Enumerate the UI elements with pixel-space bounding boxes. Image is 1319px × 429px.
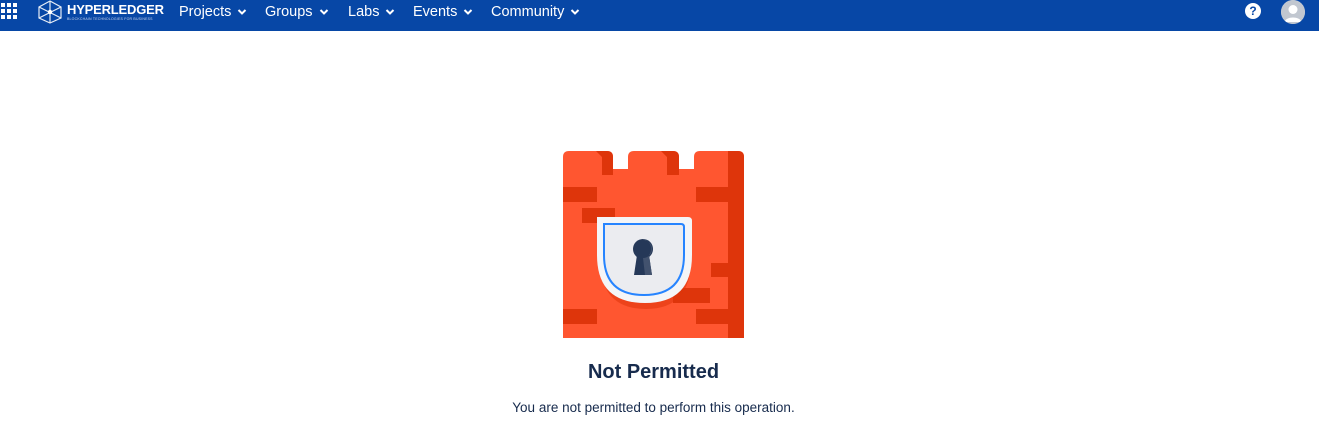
chevron-down-icon — [238, 9, 247, 15]
nav-groups[interactable]: Groups — [265, 0, 329, 24]
user-avatar-button[interactable] — [1281, 0, 1305, 24]
nav-labs[interactable]: Labs — [348, 0, 395, 24]
grid-icon — [1, 3, 17, 19]
locked-castle-illustration — [563, 151, 744, 338]
nav-community[interactable]: Community — [491, 0, 580, 24]
user-avatar-icon — [1281, 0, 1305, 24]
brand-tagline: BLOCKCHAIN TECHNOLOGIES FOR BUSINESS — [67, 17, 153, 21]
brand-name: HYPERLEDGER — [67, 2, 164, 17]
page-title: Not Permitted — [587, 361, 720, 383]
nav-events[interactable]: Events — [413, 0, 473, 24]
question-icon: ? — [1249, 4, 1257, 18]
hyperledger-logo-mark-icon — [38, 0, 62, 24]
chevron-down-icon — [386, 9, 395, 15]
hyperledger-logo[interactable]: HYPERLEDGER BLOCKCHAIN TECHNOLOGIES FOR … — [37, 0, 165, 24]
chevron-down-icon — [464, 9, 473, 15]
help-button[interactable]: ? — [1245, 3, 1261, 19]
error-message: You are not permitted to perform this op… — [512, 400, 795, 415]
nav-projects[interactable]: Projects — [179, 0, 247, 24]
nav-groups-label: Groups — [265, 4, 313, 20]
nav-community-label: Community — [491, 4, 565, 20]
nav-projects-label: Projects — [179, 4, 232, 20]
nav-events-label: Events — [413, 4, 458, 20]
app-switcher-button[interactable] — [1, 3, 19, 21]
chevron-down-icon — [319, 9, 328, 15]
nav-labs-label: Labs — [348, 4, 380, 20]
chevron-down-icon — [571, 9, 580, 15]
top-navigation-bar: HYPERLEDGER BLOCKCHAIN TECHNOLOGIES FOR … — [0, 0, 1319, 31]
